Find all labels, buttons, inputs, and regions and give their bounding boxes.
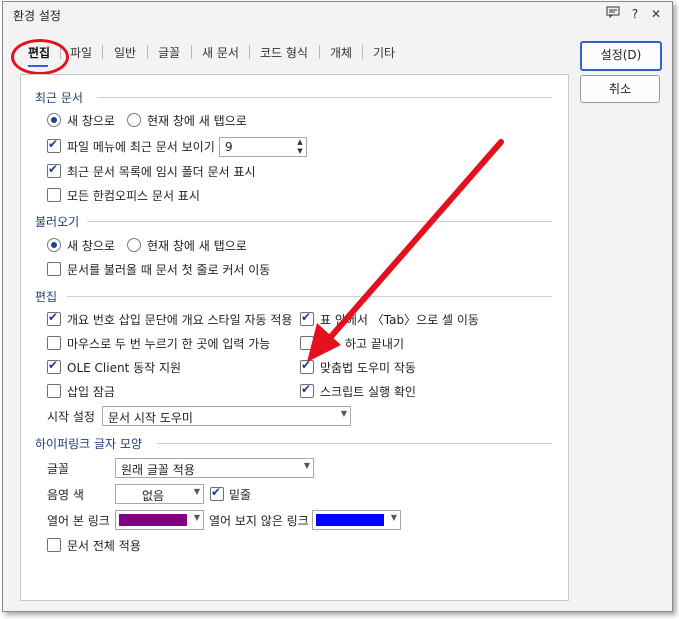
radio-button[interactable] (127, 113, 141, 127)
preferences-dialog: 환경 설정 ? ✕ 편집 파일 일반 글꼴 새 문서 코드 형식 개체 기타 설… (2, 1, 673, 612)
checkbox-label: 마우스로 두 번 누르기 한 곳에 입력 가능 (67, 337, 271, 351)
cancel-button[interactable]: 취소 (580, 75, 660, 103)
unvisited-link-label: 열어 보지 않은 링크 (209, 514, 309, 528)
chevron-down-icon[interactable]: ▼ (194, 487, 200, 496)
spin-up-icon[interactable]: ▲ (294, 138, 306, 147)
tab-divider (102, 45, 103, 59)
section-title-hyperlink: 하이퍼링크 글자 모양 (35, 437, 142, 451)
tab-bar: 편집 파일 일반 글꼴 새 문서 코드 형식 개체 기타 (15, 40, 555, 67)
spin-down-icon[interactable]: ▼ (294, 147, 306, 156)
tab-divider (191, 45, 192, 59)
font-value: 원래 글꼴 적용 (121, 463, 195, 477)
chevron-down-icon[interactable]: ▼ (341, 409, 347, 418)
recent-count-value[interactable]: 9 (225, 140, 233, 154)
checkbox-label: 개요 번호 삽입 문단에 개요 스타일 자동 적용 (67, 313, 293, 327)
checkbox-label: 모든 한컴오피스 문서 표시 (67, 189, 200, 203)
tab-font[interactable]: 글꼴 (158, 44, 180, 61)
help-icon[interactable]: ? (627, 6, 643, 22)
checkbox[interactable] (47, 310, 61, 326)
tab-general[interactable]: 일반 (114, 44, 136, 61)
section-title-edit: 편집 (35, 290, 58, 304)
checkbox[interactable] (300, 336, 314, 350)
close-icon[interactable]: ✕ (648, 6, 664, 22)
chevron-down-icon[interactable]: ▼ (194, 513, 200, 522)
checkbox-label: 밑줄 (229, 488, 252, 502)
checkbox-label: OLE Client 동작 지원 (67, 361, 182, 375)
checkbox-label: 표 안에서 〈Tab〉으로 셀 이동 (320, 313, 479, 327)
tab-file[interactable]: 파일 (70, 44, 92, 61)
tab-divider (147, 45, 148, 59)
radio-label: 현재 창에 새 탭으로 (147, 239, 247, 253)
section-divider (157, 443, 552, 444)
tab-other[interactable]: 기타 (373, 44, 395, 61)
radio-label: 새 창으로 (67, 114, 115, 128)
tab-divider (319, 45, 320, 59)
checkbox[interactable] (47, 262, 61, 276)
edit-settings-panel: 최근 문서 새 창으로 현재 창에 새 탭으로 파일 메뉴에 최근 문서 보이기… (20, 74, 569, 601)
comment-icon[interactable] (605, 6, 621, 22)
checkbox[interactable] (47, 137, 61, 153)
tab-object[interactable]: 개체 (330, 44, 352, 61)
checkbox[interactable] (47, 162, 61, 178)
dialog-title: 환경 설정 (13, 9, 61, 23)
checkbox[interactable] (47, 384, 61, 398)
checkbox-label: 삽입 잠금 (67, 385, 115, 399)
tab-new-document[interactable]: 새 문서 (202, 44, 239, 61)
chevron-down-icon[interactable]: ▼ (391, 513, 397, 522)
checkbox-label: 하고 끝내기 (345, 337, 405, 351)
start-setting-label: 시작 설정 (47, 410, 95, 424)
checkbox[interactable] (300, 310, 314, 326)
checkbox-label: 문서를 불러올 때 문서 첫 줄로 커서 이동 (67, 263, 271, 277)
radio-button[interactable] (47, 113, 61, 127)
checkbox[interactable] (300, 382, 314, 398)
checkbox[interactable] (47, 358, 61, 374)
checkbox-label: 맞춤법 도우미 작동 (320, 361, 416, 375)
checkbox[interactable] (47, 538, 61, 552)
tab-divider (362, 45, 363, 59)
checkbox-label: 문서 전체 적용 (67, 539, 141, 553)
chevron-down-icon[interactable]: ▼ (304, 461, 310, 470)
section-title-recent: 최근 문서 (35, 91, 83, 105)
start-setting-value: 문서 시작 도우미 (108, 411, 193, 425)
font-dropdown[interactable]: 원래 글꼴 적용 ▼ (115, 458, 314, 478)
radio-button[interactable] (47, 238, 61, 252)
highlight-circle-annotation (11, 39, 69, 75)
radio-label: 새 창으로 (67, 239, 115, 253)
checkbox[interactable] (210, 485, 224, 501)
tab-divider (249, 45, 250, 59)
unvisited-color-dropdown[interactable]: ▼ (312, 510, 401, 530)
checkbox[interactable] (47, 336, 61, 350)
radio-button[interactable] (127, 238, 141, 252)
recent-count-spinner[interactable]: 9 ▲ ▼ (219, 137, 307, 157)
section-title-open: 불러오기 (35, 215, 80, 229)
checkbox-label: 스크립트 실행 확인 (320, 385, 416, 399)
shade-label: 음영 색 (47, 488, 84, 502)
section-divider (87, 221, 552, 222)
tab-code-format[interactable]: 코드 형식 (260, 44, 308, 61)
visited-color-dropdown[interactable]: ▼ (115, 510, 204, 530)
checkbox[interactable] (300, 358, 314, 374)
ok-button[interactable]: 설정(D) (580, 41, 662, 71)
visited-link-label: 열어 본 링크 (47, 514, 110, 528)
shade-color-dropdown[interactable]: 없음 ▼ (115, 484, 204, 504)
start-setting-dropdown[interactable]: 문서 시작 도우미 ▼ (102, 406, 351, 426)
checkbox[interactable] (47, 188, 61, 202)
title-bar: 환경 설정 ? ✕ (3, 2, 672, 28)
font-label: 글꼴 (47, 462, 70, 476)
unvisited-color-swatch (316, 514, 384, 526)
checkbox-label: 파일 메뉴에 최근 문서 보이기 (67, 140, 215, 154)
shade-value: 없음 (142, 489, 165, 503)
section-divider (67, 296, 552, 297)
radio-label: 현재 창에 새 탭으로 (147, 114, 247, 128)
visited-color-swatch (119, 514, 187, 526)
checkbox-label: 최근 문서 목록에 임시 폴더 문서 표시 (67, 165, 256, 179)
section-divider (97, 97, 552, 98)
